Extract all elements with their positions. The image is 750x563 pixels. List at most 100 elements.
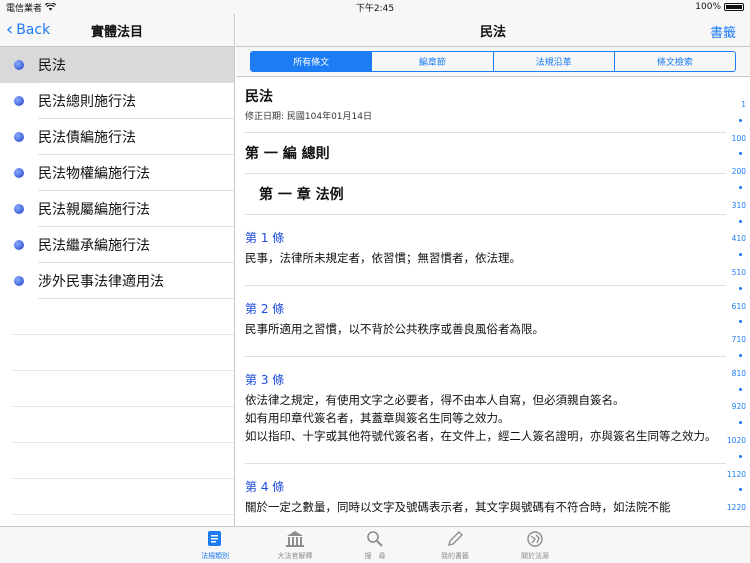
segment-bar: 所有條文 編章節 法規沿革 條文檢索	[236, 47, 750, 77]
bullet-icon	[14, 276, 24, 286]
law-item[interactable]: 民法	[0, 47, 234, 83]
bookmark-button[interactable]: 書籤	[710, 22, 736, 41]
law-item-label: 民法繼承編施行法	[38, 238, 150, 254]
law-item-label: 民法物權編施行法	[38, 166, 150, 182]
index-dot	[739, 286, 742, 290]
tab-label: 關於法源	[521, 552, 549, 560]
article-line: 關於一定之數量，同時以文字及號碼表示者，其文字與號碼有不符合時，如法院不能	[245, 500, 671, 514]
empty-row	[12, 407, 234, 443]
back-button[interactable]: ‹ Back	[0, 21, 50, 39]
index-number[interactable]: 920	[732, 402, 746, 411]
article-index-bar[interactable]: 1 100 200 310 410 510 610 710 810 920 1020 1120 1220	[726, 78, 750, 526]
index-number[interactable]: 710	[732, 335, 746, 344]
law-item[interactable]: 民法債編施行法	[0, 119, 234, 155]
segment-all-articles[interactable]: 所有條文	[251, 52, 372, 71]
law-item[interactable]: 民法物權編施行法	[0, 155, 234, 191]
index-dot	[739, 387, 742, 391]
index-dot	[739, 454, 742, 458]
empty-row	[12, 479, 234, 515]
bullet-icon	[14, 204, 24, 214]
bullet-icon	[14, 240, 24, 250]
article-line: 民事所適用之習慣，以不背於公共秩序或善良風俗者為限。	[245, 322, 544, 336]
law-item[interactable]: 民法親屬編施行法	[0, 191, 234, 227]
segment-history[interactable]: 法規沿革	[492, 52, 614, 71]
wifi-icon	[45, 3, 57, 11]
law-item[interactable]: 涉外民事法律適用法	[0, 263, 234, 299]
index-dot	[739, 320, 742, 324]
law-list-icon	[206, 529, 224, 549]
index-number[interactable]: 100	[732, 134, 746, 143]
law-item[interactable]: 民法總則施行法	[0, 83, 234, 119]
courthouse-icon	[285, 529, 305, 549]
bullet-icon	[14, 132, 24, 142]
article-line: 依法律之規定，有使用文字之必要者，得不由本人自寫，但必須親自簽名。	[245, 393, 625, 407]
empty-row	[12, 335, 234, 371]
page-title: 民法	[479, 24, 506, 40]
index-dot	[739, 354, 742, 357]
index-number[interactable]: 1020	[727, 436, 746, 445]
tab-bar: 法規類別 大法官解釋 搜 尋 我的書籤 關於法源	[0, 526, 750, 563]
segmented-control: 所有條文 編章節 法規沿革 條文檢索	[250, 51, 736, 72]
article-text: 關於一定之數量，同時以文字及號碼表示者，其文字與號碼有不符合時，如法院不能	[245, 498, 726, 516]
article-content[interactable]: 民法 修正日期: 民國104年01月14日 第 一 編 總則 第 一 章 法例 …	[236, 78, 726, 526]
back-label: Back	[16, 22, 51, 38]
law-list: 民法 民法總則施行法 民法債編施行法 民法物權編施行法 民法親屬編施行法 民法繼…	[0, 47, 234, 299]
index-number[interactable]: 1120	[727, 470, 746, 479]
doc-title: 民法	[245, 89, 273, 105]
article-line: 如以指印、十字或其他符號代簽名者，在文件上，經二人簽名證明，亦與簽名生同等之效力…	[245, 429, 717, 443]
chevron-left-icon: ‹	[6, 19, 14, 40]
index-dot	[739, 152, 742, 156]
law-item-label: 涉外民事法律適用法	[38, 274, 164, 290]
chapter-heading: 第 一 章 法例	[259, 187, 344, 203]
law-item-label: 民法債編施行法	[38, 130, 136, 146]
index-dot	[739, 253, 742, 257]
segment-search[interactable]: 條文檢索	[613, 52, 735, 71]
article-number[interactable]: 第 4 條	[245, 478, 726, 495]
index-number[interactable]: 310	[732, 201, 746, 210]
index-dot	[739, 488, 742, 492]
part-heading: 第 一 編 總則	[245, 146, 330, 162]
law-item-label: 民法親屬編施行法	[38, 202, 150, 218]
segment-chapters[interactable]: 編章節	[371, 52, 492, 71]
article-number[interactable]: 第 2 條	[245, 300, 726, 317]
index-dot	[739, 118, 742, 122]
article-text: 民事所適用之習慣，以不背於公共秩序或善良風俗者為限。	[245, 320, 726, 338]
bullet-icon	[14, 60, 24, 70]
article-number[interactable]: 第 1 條	[245, 229, 726, 246]
bullet-icon	[14, 96, 24, 106]
article-text: 依法律之規定，有使用文字之必要者，得不由本人自寫，但必須親自簽名。 如有用印章代…	[245, 391, 726, 445]
index-dot	[739, 219, 742, 223]
article: 第 1 條 民事，法律所未規定者，依習慣；無習慣者，依法理。	[245, 215, 726, 267]
index-dot	[739, 421, 742, 425]
logo-icon	[526, 529, 544, 549]
index-number[interactable]: 410	[732, 234, 746, 243]
article-line: 如有用印章代簽名者，其蓋章與簽名生同等之效力。	[245, 411, 510, 425]
article-line: 民事，法律所未規定者，依習慣；無習慣者，依法理。	[245, 251, 521, 265]
tab-law-categories[interactable]: 法規類別	[175, 527, 255, 563]
law-list-pane: ‹ Back 實體法目 民法 民法總則施行法 民法債編施行法 民法物權編施行法 …	[0, 14, 235, 526]
left-nav-bar: ‹ Back 實體法目	[0, 14, 234, 47]
article: 第 3 條 依法律之規定，有使用文字之必要者，得不由本人自寫，但必須親自簽名。 …	[245, 357, 726, 445]
article: 第 4 條 關於一定之數量，同時以文字及號碼表示者，其文字與號碼有不符合時，如法…	[245, 464, 726, 516]
index-number[interactable]: 1	[741, 100, 746, 109]
pencil-icon	[446, 529, 464, 549]
tab-search[interactable]: 搜 尋	[335, 527, 415, 563]
law-item-label: 民法	[38, 58, 66, 74]
tab-label: 我的書籤	[441, 552, 469, 560]
article-number[interactable]: 第 3 條	[245, 371, 726, 388]
index-dot	[739, 186, 742, 189]
battery-icon	[724, 3, 744, 11]
carrier-label: 電信業者	[6, 3, 43, 14]
index-number[interactable]: 810	[732, 369, 746, 378]
index-number[interactable]: 200	[732, 167, 746, 176]
index-number[interactable]: 1220	[727, 503, 746, 512]
tab-interpretations[interactable]: 大法官解釋	[255, 527, 335, 563]
index-number[interactable]: 510	[732, 268, 746, 277]
empty-row	[12, 299, 234, 335]
tab-my-bookmarks[interactable]: 我的書籤	[415, 527, 495, 563]
empty-row	[12, 443, 234, 479]
article-text: 民事，法律所未規定者，依習慣；無習慣者，依法理。	[245, 249, 726, 267]
index-number[interactable]: 610	[732, 302, 746, 311]
law-item[interactable]: 民法繼承編施行法	[0, 227, 234, 263]
tab-about[interactable]: 關於法源	[495, 527, 575, 563]
